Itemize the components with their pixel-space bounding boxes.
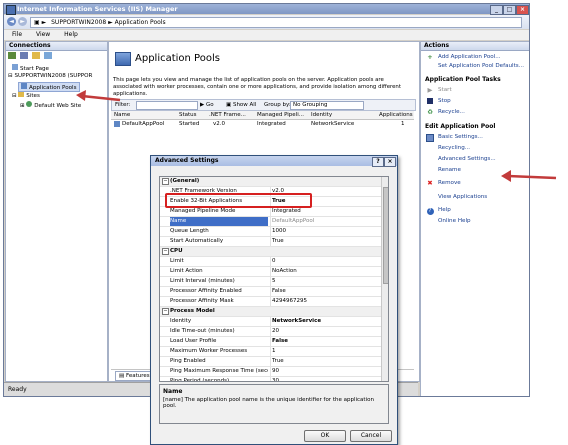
property-value[interactable]: NoAction	[272, 267, 380, 276]
property-key: Ping Period (seconds)	[170, 378, 230, 382]
category-label: (General)	[170, 178, 200, 184]
property-key: Start Automatically	[170, 238, 224, 244]
property-row[interactable]: Start Automatically True	[160, 237, 381, 247]
description-text: [name] The application pool name is the …	[163, 397, 374, 409]
property-key: Ping Enabled	[170, 358, 206, 364]
property-row[interactable]: Ping Enabled True	[160, 357, 381, 367]
column-divider	[270, 287, 271, 296]
property-value[interactable]: 0	[272, 257, 380, 266]
property-row[interactable]: Processor Affinity Enabled False	[160, 287, 381, 297]
collapse-icon[interactable]: −	[162, 308, 169, 315]
property-row[interactable]: Ping Period (seconds) 30	[160, 377, 381, 382]
highlight-box	[165, 193, 312, 208]
property-key: Processor Affinity Enabled	[170, 288, 242, 294]
property-row[interactable]: Processor Affinity Mask 4294967295	[160, 297, 381, 307]
dialog-title: Advanced Settings	[155, 157, 219, 164]
property-row[interactable]: Maximum Worker Processes 1	[160, 347, 381, 357]
property-value[interactable]: True	[272, 237, 380, 246]
property-row[interactable]: Name DefaultAppPool	[160, 217, 381, 227]
property-key: Name	[170, 217, 268, 226]
property-key: Managed Pipeline Mode	[170, 208, 236, 214]
property-row[interactable]: Identity NetworkService	[160, 317, 381, 327]
column-divider	[270, 297, 271, 306]
property-category[interactable]: − Process Model	[160, 307, 381, 317]
property-key: Limit Interval (minutes)	[170, 278, 235, 284]
property-key: Queue Length	[170, 228, 209, 234]
column-divider	[270, 227, 271, 236]
property-row[interactable]: Idle Time-out (minutes) 20	[160, 327, 381, 337]
property-key: Limit Action	[170, 268, 203, 274]
column-divider	[270, 277, 271, 286]
column-divider	[270, 217, 271, 226]
collapse-icon[interactable]: −	[162, 178, 169, 185]
arrow-to-app-pools	[76, 90, 121, 102]
property-value[interactable]: 4294967295	[272, 297, 380, 306]
collapse-icon[interactable]: −	[162, 248, 169, 255]
column-divider	[270, 357, 271, 366]
category-label: Process Model	[170, 308, 215, 314]
property-key: Processor Affinity Mask	[170, 298, 234, 304]
category-label: CPU	[170, 248, 183, 254]
property-value[interactable]: 1	[272, 347, 380, 356]
property-key: Limit	[170, 258, 184, 264]
property-value[interactable]: 90	[272, 367, 380, 376]
property-row[interactable]: Limit Interval (minutes) 5	[160, 277, 381, 287]
property-key: Identity	[170, 318, 192, 324]
property-row[interactable]: Load User Profile False	[160, 337, 381, 347]
property-key: Load User Profile	[170, 338, 217, 344]
property-key: Maximum Worker Processes	[170, 348, 248, 354]
property-value[interactable]: 20	[272, 327, 380, 336]
column-divider	[270, 327, 271, 336]
property-row[interactable]: Ping Maximum Response Time (second 90	[160, 367, 381, 377]
property-row[interactable]: Queue Length 1000	[160, 227, 381, 237]
scrollbar-thumb[interactable]	[383, 187, 388, 284]
property-value[interactable]: False	[272, 287, 380, 296]
property-row[interactable]: Limit Action NoAction	[160, 267, 381, 277]
description-title: Name	[163, 388, 183, 395]
property-value[interactable]: True	[272, 357, 380, 366]
column-divider	[270, 237, 271, 246]
property-value[interactable]: NetworkService	[272, 317, 380, 326]
ok-button[interactable]: OK	[304, 430, 346, 442]
property-description: Name [name] The application pool name is…	[159, 384, 389, 424]
property-category[interactable]: − CPU	[160, 247, 381, 257]
column-divider	[270, 337, 271, 346]
column-divider	[270, 207, 271, 216]
column-divider	[270, 377, 271, 381]
scrollbar[interactable]	[381, 177, 388, 381]
dialog-help-button[interactable]: ?	[372, 157, 384, 167]
property-value[interactable]: 5	[272, 277, 380, 286]
property-value[interactable]: False	[272, 337, 380, 346]
property-row[interactable]: Limit 0	[160, 257, 381, 267]
property-value[interactable]: 1000	[272, 227, 380, 236]
column-divider	[270, 257, 271, 266]
column-divider	[270, 267, 271, 276]
property-key: Ping Maximum Response Time (second	[170, 368, 268, 374]
property-key: Idle Time-out (minutes)	[170, 328, 235, 334]
property-value[interactable]: 30	[272, 377, 380, 381]
property-row[interactable]: Managed Pipeline Mode Integrated	[160, 207, 381, 217]
property-category[interactable]: − (General)	[160, 177, 381, 187]
property-value[interactable]: DefaultAppPool	[272, 217, 380, 226]
column-divider	[270, 347, 271, 356]
dialog-close-button[interactable]: ×	[384, 157, 396, 167]
cancel-button[interactable]: Cancel	[350, 430, 392, 442]
arrow-to-advanced-settings	[501, 170, 557, 182]
property-value[interactable]: Integrated	[272, 207, 380, 216]
column-divider	[270, 367, 271, 376]
dialog-title-bar: Advanced Settings ? ×	[151, 156, 397, 167]
column-divider	[270, 317, 271, 326]
